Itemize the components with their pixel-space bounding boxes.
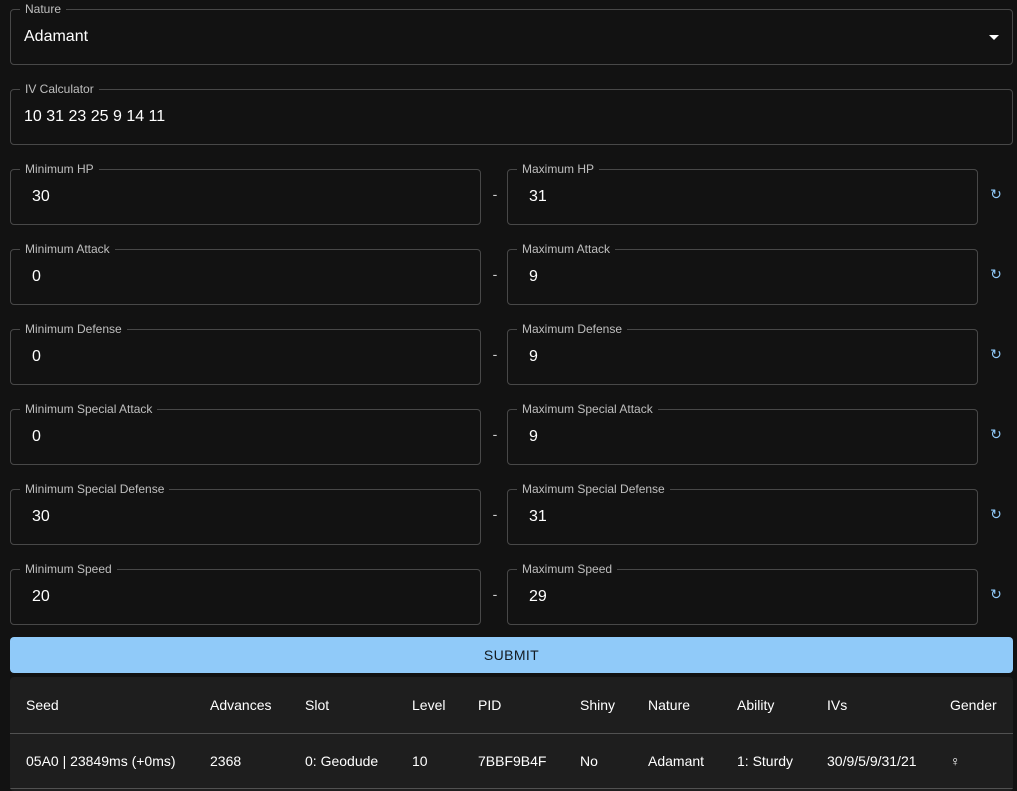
max-special-attack-value: 9 [529, 428, 538, 445]
col-shiny: Shiny [564, 677, 632, 734]
max-speed-input[interactable]: Maximum Speed 29 [507, 562, 978, 625]
reset-special-attack-icon[interactable]: ↻ [987, 426, 1005, 443]
max-hp-value: 31 [529, 188, 547, 205]
min-defense-input[interactable]: Minimum Defense 0 [10, 322, 481, 385]
reset-defense-icon[interactable]: ↻ [987, 346, 1005, 363]
cell-shiny: No [564, 733, 632, 789]
max-hp-input[interactable]: Maximum HP 31 [507, 162, 978, 225]
reset-speed-icon[interactable]: ↻ [987, 586, 1005, 603]
max-special-attack-label: Maximum Special Attack [517, 402, 658, 417]
max-special-defense-value: 31 [529, 508, 547, 525]
chevron-down-icon[interactable] [989, 35, 999, 40]
cell-slot: 0: Geodude [289, 733, 396, 789]
min-special-attack-input[interactable]: Minimum Special Attack 0 [10, 402, 481, 465]
min-speed-value: 20 [32, 588, 50, 605]
max-special-defense-input[interactable]: Maximum Special Defense 31 [507, 482, 978, 545]
cell-advances: 2368 [194, 733, 289, 789]
cell-ivs: 30/9/5/9/31/21 [811, 733, 934, 789]
min-special-defense-input[interactable]: Minimum Special Defense 30 [10, 482, 481, 545]
col-level: Level [396, 677, 462, 734]
range-separator: - [492, 586, 498, 602]
max-speed-value: 29 [529, 588, 547, 605]
min-special-attack-value: 0 [32, 428, 41, 445]
range-separator: - [492, 186, 498, 202]
range-separator: - [492, 266, 498, 282]
nature-value: Adamant [24, 28, 89, 45]
cell-pid: 7BBF9B4F [462, 733, 564, 789]
min-special-defense-value: 30 [32, 508, 50, 525]
min-hp-input[interactable]: Minimum HP 30 [10, 162, 481, 225]
cell-level: 10 [396, 733, 462, 789]
iv-calculator-input[interactable]: IV Calculator 10 31 23 25 9 14 11 [10, 82, 1013, 145]
reset-hp-icon[interactable]: ↻ [987, 186, 1005, 203]
cell-nature: Adamant [632, 733, 721, 789]
reset-special-defense-icon[interactable]: ↻ [987, 506, 1005, 523]
results-table: Seed Advances Slot Level PID Shiny Natur… [10, 677, 1013, 791]
col-gender: Gender [934, 677, 1013, 734]
iv-calculator-value: 10 31 23 25 9 14 11 [24, 108, 166, 125]
cell-ability: 1: Sturdy [721, 733, 811, 789]
cell-gender: ♀ [934, 733, 1013, 789]
table-header-row: Seed Advances Slot Level PID Shiny Natur… [10, 677, 1013, 734]
max-attack-value: 9 [529, 268, 538, 285]
nature-select[interactable]: Nature Adamant [10, 2, 1013, 65]
col-ability: Ability [721, 677, 811, 734]
min-defense-value: 0 [32, 348, 41, 365]
min-attack-value: 0 [32, 268, 41, 285]
max-attack-input[interactable]: Maximum Attack 9 [507, 242, 978, 305]
max-defense-input[interactable]: Maximum Defense 9 [507, 322, 978, 385]
col-ivs: IVs [811, 677, 934, 734]
range-separator: - [492, 346, 498, 362]
table-row[interactable]: 05A0 | 23849ms (+0ms) 2368 0: Geodude 10… [10, 733, 1013, 789]
col-slot: Slot [289, 677, 396, 734]
col-pid: PID [462, 677, 564, 734]
cell-seed: 05A0 | 23849ms (+0ms) [10, 733, 194, 789]
max-defense-value: 9 [529, 348, 538, 365]
max-special-attack-input[interactable]: Maximum Special Attack 9 [507, 402, 978, 465]
submit-button[interactable]: SUBMIT [10, 637, 1013, 673]
col-advances: Advances [194, 677, 289, 734]
col-nature: Nature [632, 677, 721, 734]
min-hp-value: 30 [32, 188, 50, 205]
range-separator: - [492, 426, 498, 442]
min-speed-input[interactable]: Minimum Speed 20 [10, 562, 481, 625]
reset-attack-icon[interactable]: ↻ [987, 266, 1005, 283]
col-seed: Seed [10, 677, 194, 734]
range-separator: - [492, 506, 498, 522]
min-attack-input[interactable]: Minimum Attack 0 [10, 242, 481, 305]
